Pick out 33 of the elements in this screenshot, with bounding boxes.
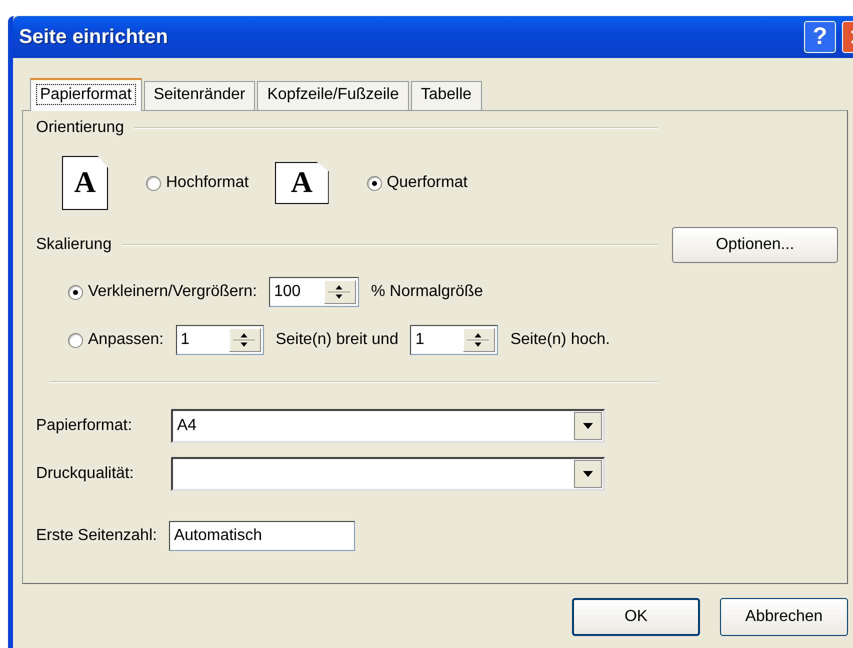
field-label: Erste Seitenzahl:	[36, 527, 157, 545]
radio-button[interactable]	[146, 176, 161, 190]
dropdown-field[interactable]: A4	[171, 409, 605, 443]
field-label: Papierformat:	[36, 417, 134, 435]
unit-label: Seite(n) breit und	[276, 331, 398, 349]
field-label: Druckqualität:	[36, 465, 135, 483]
tab[interactable]: Tabelle	[410, 81, 482, 110]
portrait-page-icon: A	[62, 156, 108, 210]
radio-button[interactable]	[68, 332, 83, 348]
tab[interactable]: Seitenränder	[144, 81, 256, 110]
tab[interactable]: Kopfzeile/Fußzeile	[257, 81, 409, 110]
group-label: Orientierung	[36, 119, 124, 137]
radio-label: Verkleinern/Vergrößern:	[88, 283, 257, 301]
landscape-page-icon: A	[274, 162, 329, 204]
radio-button[interactable]	[68, 284, 83, 300]
unit-label: Seite(n) hoch.	[510, 331, 610, 349]
radio-label: Anpassen:	[88, 331, 164, 349]
radio-label: Hochformat	[166, 174, 249, 192]
group-label: Skalierung	[36, 236, 112, 254]
text-field[interactable]: Automatisch	[168, 521, 355, 551]
number-field[interactable]: 100	[268, 277, 359, 307]
window-title: Seite einrichten	[19, 26, 169, 48]
options-button[interactable]: Optionen...	[672, 227, 838, 263]
help-button[interactable]: ?	[804, 21, 836, 53]
ok-button[interactable]: OK	[572, 598, 700, 636]
tab[interactable]: Papierformat	[30, 78, 142, 111]
number-field[interactable]: 1	[176, 325, 264, 355]
radio-label: Querformat	[386, 174, 468, 192]
unit-label: % Normalgröße	[370, 283, 484, 301]
dropdown-field[interactable]	[171, 457, 605, 491]
cancel-button[interactable]: Abbrechen	[720, 598, 848, 636]
radio-button[interactable]	[366, 176, 382, 190]
number-field[interactable]: 1	[410, 325, 498, 355]
